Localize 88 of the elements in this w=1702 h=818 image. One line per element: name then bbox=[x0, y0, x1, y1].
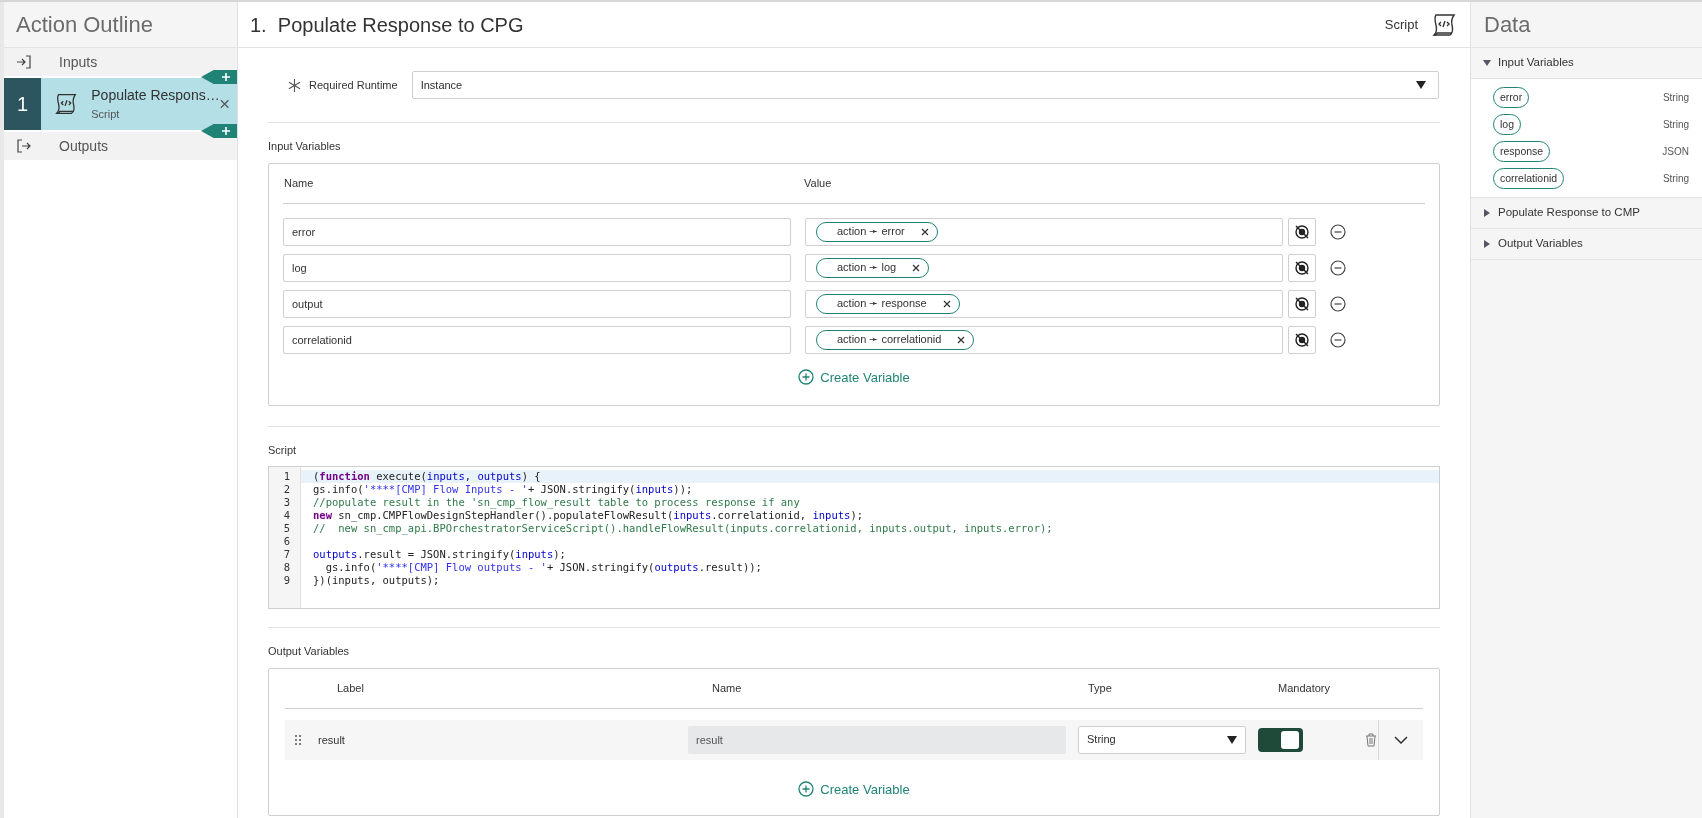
code-line: gs.info('****[CMP] Flow outputs - '+ JSON.stringify(outputs.result)); bbox=[324, 561, 762, 573]
data-picker-button[interactable] bbox=[1288, 325, 1316, 354]
code-line: })(inputs, outputs); bbox=[313, 574, 440, 586]
required-icon bbox=[288, 78, 301, 92]
step-type-label: Script bbox=[1384, 15, 1418, 34]
panel-title: Action Outline bbox=[4, 2, 237, 48]
sidebar-item[interactable]: Inputs bbox=[59, 51, 98, 73]
remove-icon[interactable] bbox=[912, 263, 921, 272]
type-label: String bbox=[1662, 91, 1689, 105]
remove-row-icon[interactable] bbox=[1330, 259, 1346, 276]
input-icon bbox=[16, 54, 32, 70]
value-field[interactable]: action ➛ correlationid bbox=[805, 325, 1283, 354]
code-editor[interactable] bbox=[268, 466, 1440, 609]
column-header: Name bbox=[712, 680, 743, 696]
step-title: Populate Respons… bbox=[91, 86, 220, 106]
line-number: 9 bbox=[283, 574, 290, 587]
line-number: 8 bbox=[283, 561, 290, 574]
caret-right-icon bbox=[1483, 240, 1491, 248]
code-line: //populate result in the 'sn_cmp_flow_result table to process response if any bbox=[313, 496, 800, 508]
data-picker-button[interactable] bbox=[1288, 253, 1316, 282]
type-label: JSON bbox=[1662, 145, 1689, 159]
drag-handle-icon[interactable] bbox=[295, 734, 301, 745]
name-field[interactable]: log bbox=[283, 253, 791, 282]
trash-icon[interactable] bbox=[1365, 732, 1377, 747]
caret-right-icon bbox=[1483, 209, 1491, 217]
target-icon bbox=[1294, 331, 1310, 348]
remove-row-icon[interactable] bbox=[1330, 223, 1346, 240]
line-number: 2 bbox=[283, 483, 290, 496]
step-number: 1 bbox=[4, 78, 42, 130]
column-header: Value bbox=[804, 175, 832, 191]
section-title: Script bbox=[268, 442, 298, 458]
label-field[interactable]: result bbox=[318, 725, 678, 754]
code-line: outputs.result = JSON.stringify(inputs); bbox=[313, 548, 566, 560]
step-row[interactable]: 1 Populate Respons… Script bbox=[4, 78, 237, 130]
field-label: Required Runtime bbox=[309, 77, 398, 93]
target-icon bbox=[1294, 295, 1310, 312]
remove-icon[interactable] bbox=[942, 299, 951, 308]
remove-icon[interactable] bbox=[920, 227, 929, 236]
line-number: 5 bbox=[283, 522, 290, 535]
caret-down-icon bbox=[1483, 59, 1491, 67]
line-number: 6 bbox=[283, 535, 290, 548]
data-picker-button[interactable] bbox=[1288, 217, 1316, 246]
column-header: Type bbox=[1088, 680, 1113, 696]
dropdown-icon bbox=[1227, 735, 1237, 744]
code-line: gs.info('****[CMP] Flow Inputs - '+ JSON.stringify(inputs)); bbox=[313, 483, 693, 495]
name-field[interactable]: result bbox=[688, 725, 1066, 754]
add-icon bbox=[798, 369, 815, 386]
remove-row-icon[interactable] bbox=[1330, 295, 1346, 312]
runtime-select[interactable]: Instance bbox=[411, 71, 1439, 99]
name-field[interactable]: error bbox=[283, 217, 791, 246]
step-heading: 1. Populate Response to CPG bbox=[250, 12, 524, 38]
type-label: String bbox=[1662, 118, 1689, 132]
value-field[interactable]: action ➛ error bbox=[805, 217, 1283, 246]
column-header: Name bbox=[284, 175, 315, 191]
sidebar-item[interactable]: Outputs bbox=[59, 135, 109, 157]
add-icon bbox=[798, 781, 815, 798]
column-header: Label bbox=[337, 680, 365, 696]
value-field[interactable]: action ➛ response bbox=[805, 289, 1283, 318]
value-field[interactable]: action ➛ log bbox=[805, 253, 1283, 282]
target-icon bbox=[1294, 223, 1310, 240]
chevron-down-icon[interactable] bbox=[1394, 735, 1408, 744]
close-icon[interactable] bbox=[219, 99, 229, 109]
remove-row-icon[interactable] bbox=[1330, 331, 1346, 348]
dropdown-icon bbox=[1415, 81, 1426, 89]
target-icon bbox=[1294, 259, 1310, 276]
data-picker-button[interactable] bbox=[1288, 289, 1316, 318]
plus-icon bbox=[221, 72, 231, 82]
line-number: 7 bbox=[283, 548, 290, 561]
code-line: // new sn_cmp_api.BPOrchestratorServiceScript().handleFlowResult(inputs.correlationid, inputs.output, inputs.error); bbox=[313, 522, 1053, 534]
section-title: Input Variables bbox=[268, 139, 342, 154]
name-field[interactable]: output bbox=[283, 289, 791, 318]
type-label: String bbox=[1662, 172, 1689, 186]
section-title: Output Variables bbox=[268, 644, 351, 659]
output-icon bbox=[16, 138, 32, 154]
column-header: Mandatory bbox=[1278, 680, 1330, 696]
name-field[interactable]: correlationid bbox=[283, 325, 791, 354]
code-line: (function execute(inputs, outputs) { bbox=[313, 470, 541, 482]
remove-icon[interactable] bbox=[957, 335, 966, 344]
mandatory-toggle[interactable] bbox=[1258, 727, 1303, 752]
line-number: 1 bbox=[283, 470, 290, 483]
type-select[interactable]: String bbox=[1078, 725, 1246, 754]
line-number: 4 bbox=[283, 509, 290, 522]
plus-icon bbox=[221, 126, 231, 136]
code-line: new sn_cmp.CMPFlowDesignStepHandler().populateFlowResult(inputs.correlationid, inputs); bbox=[313, 509, 864, 521]
create-variable-button[interactable]: Create Variable bbox=[798, 779, 910, 799]
step-subtitle: Script bbox=[91, 107, 121, 123]
line-number: 3 bbox=[283, 496, 290, 509]
create-variable-button[interactable]: Create Variable bbox=[798, 367, 910, 387]
